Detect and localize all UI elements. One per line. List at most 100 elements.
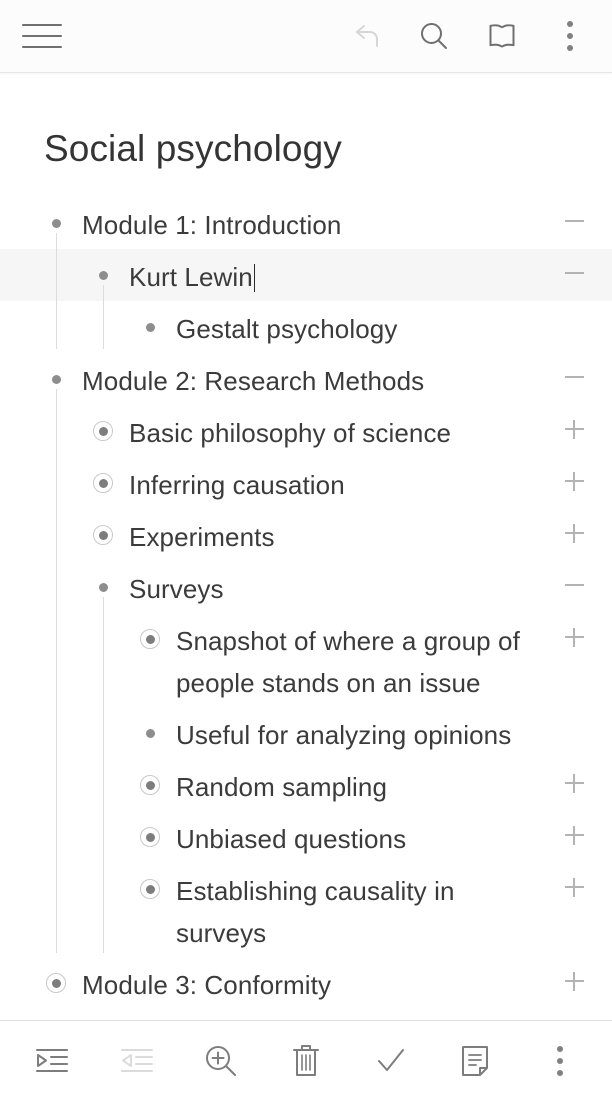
expand-button[interactable] xyxy=(555,872,593,902)
undo-icon[interactable] xyxy=(332,6,400,66)
bullet-icon[interactable] xyxy=(93,577,113,597)
outline-row-text[interactable]: Useful for analyzing opinions xyxy=(176,714,540,756)
outline-row-text[interactable]: Snapshot of where a group of people stan… xyxy=(176,620,540,704)
bullet-collapsed-icon[interactable] xyxy=(140,629,160,649)
outline-row-text[interactable]: Module 2: Research Methods xyxy=(82,360,540,402)
toggle-horizontal-bar xyxy=(564,584,584,586)
outline-row-text[interactable]: Module 3: Conformity xyxy=(82,964,540,1006)
bullet-dot xyxy=(145,832,155,842)
bullet-dot xyxy=(145,884,155,894)
collapse-button[interactable] xyxy=(555,362,593,392)
outline-row-text[interactable]: Inferring causation xyxy=(129,464,540,506)
outline-row-content: Random sampling xyxy=(0,759,612,811)
bullet-dot xyxy=(51,374,61,384)
expand-button[interactable] xyxy=(555,768,593,798)
note-icon[interactable] xyxy=(442,1030,508,1092)
delete-icon[interactable] xyxy=(273,1030,339,1092)
bullet-collapsed-icon[interactable] xyxy=(140,775,160,795)
bullet-collapsed-icon[interactable] xyxy=(93,473,113,493)
outline-row[interactable]: Snapshot of where a group of people stan… xyxy=(0,613,612,707)
outline-row-content: Module 4: Helping Others xyxy=(0,1009,612,1020)
bullet-dot xyxy=(98,270,108,280)
expand-button[interactable] xyxy=(555,466,593,496)
outline-row-text[interactable]: Establishing causality in surveys xyxy=(176,870,540,954)
indent-icon[interactable] xyxy=(104,1030,170,1092)
more-dot xyxy=(567,45,573,51)
outline-guide-line xyxy=(56,389,57,953)
outline-row-text[interactable]: Experiments xyxy=(129,516,540,558)
outline-row[interactable]: Module 2: Research Methods xyxy=(0,353,612,405)
outline-row-content: Module 2: Research Methods xyxy=(0,353,612,405)
outline-row[interactable]: Inferring causation xyxy=(0,457,612,509)
outline-row[interactable]: Establishing causality in surveys xyxy=(0,863,612,957)
check-icon[interactable] xyxy=(358,1030,424,1092)
outliner-app: Social psychology Module 1: Introduction… xyxy=(0,0,612,1100)
bullet-collapsed-icon[interactable] xyxy=(93,525,113,545)
bullet-dot xyxy=(145,322,155,332)
toggle-horizontal-bar xyxy=(564,220,584,222)
expand-button[interactable] xyxy=(555,622,593,652)
bullet-icon[interactable] xyxy=(140,723,160,743)
outline-row-content: Module 3: Conformity xyxy=(0,957,612,1009)
outline-row-text[interactable]: Unbiased questions xyxy=(176,818,540,860)
outline-row-text[interactable]: Random sampling xyxy=(176,766,540,808)
outline-row[interactable]: Surveys xyxy=(0,561,612,613)
hamburger-menu-icon[interactable] xyxy=(20,18,64,54)
bullet-icon[interactable] xyxy=(46,213,66,233)
bullet-collapsed-icon[interactable] xyxy=(140,879,160,899)
more-vertical-icon[interactable] xyxy=(536,6,604,66)
outline-row-content: Experiments xyxy=(0,509,612,561)
outline-row-text[interactable]: Basic philosophy of science xyxy=(129,412,540,454)
toggle-vertical-bar xyxy=(573,825,575,845)
outline-row[interactable]: Module 4: Helping Others xyxy=(0,1009,612,1020)
outline-row[interactable]: Experiments xyxy=(0,509,612,561)
zoom-in-icon[interactable] xyxy=(188,1030,254,1092)
outline-row[interactable]: Module 3: Conformity xyxy=(0,957,612,1009)
outline-row[interactable]: Random sampling xyxy=(0,759,612,811)
bullet-dot xyxy=(51,218,61,228)
outline-row-content: Inferring causation xyxy=(0,457,612,509)
bullet-icon[interactable] xyxy=(140,317,160,337)
book-icon[interactable] xyxy=(468,6,536,66)
bullet-dot xyxy=(98,478,108,488)
outline-row[interactable]: Unbiased questions xyxy=(0,811,612,863)
toggle-vertical-bar xyxy=(573,773,575,793)
search-icon[interactable] xyxy=(400,6,468,66)
bullet-dot xyxy=(98,582,108,592)
outline-row[interactable]: Basic philosophy of science xyxy=(0,405,612,457)
document-area[interactable]: Social psychology Module 1: Introduction… xyxy=(0,73,612,1020)
collapse-button[interactable] xyxy=(555,206,593,236)
outline-row-content: Kurt Lewin xyxy=(0,249,612,301)
more-vertical-icon[interactable] xyxy=(527,1030,593,1092)
hamburger-bar xyxy=(22,46,62,48)
outline-row-text[interactable]: Surveys xyxy=(129,568,540,610)
bullet-collapsed-icon[interactable] xyxy=(140,827,160,847)
collapse-button[interactable] xyxy=(555,258,593,288)
expand-button[interactable] xyxy=(555,414,593,444)
outline-row[interactable]: Useful for analyzing opinions xyxy=(0,707,612,759)
expand-button[interactable] xyxy=(555,518,593,548)
hamburger-bar xyxy=(22,35,62,37)
outline-row-content: Gestalt psychology xyxy=(0,301,612,353)
bullet-dot xyxy=(145,634,155,644)
bullet-icon[interactable] xyxy=(46,369,66,389)
bullet-collapsed-icon[interactable] xyxy=(93,421,113,441)
toggle-vertical-bar xyxy=(573,971,575,991)
outline-row-text[interactable]: Gestalt psychology xyxy=(176,308,540,350)
more-dots xyxy=(567,21,573,51)
outdent-icon[interactable] xyxy=(19,1030,85,1092)
outline-row-text[interactable]: Module 1: Introduction xyxy=(82,204,540,246)
expand-button[interactable] xyxy=(555,820,593,850)
outline-row-selected[interactable]: Kurt Lewin xyxy=(0,249,612,301)
bullet-collapsed-icon[interactable] xyxy=(46,973,66,993)
page-title[interactable]: Social psychology xyxy=(44,128,342,170)
more-dot xyxy=(567,33,573,39)
collapse-button[interactable] xyxy=(555,570,593,600)
outline-guide-line xyxy=(103,597,104,953)
toggle-vertical-bar xyxy=(573,523,575,543)
outline-row[interactable]: Module 1: Introduction xyxy=(0,197,612,249)
outline-row[interactable]: Gestalt psychology xyxy=(0,301,612,353)
outline-row-text[interactable]: Kurt Lewin xyxy=(129,256,540,298)
expand-button[interactable] xyxy=(555,966,593,996)
bullet-icon[interactable] xyxy=(93,265,113,285)
